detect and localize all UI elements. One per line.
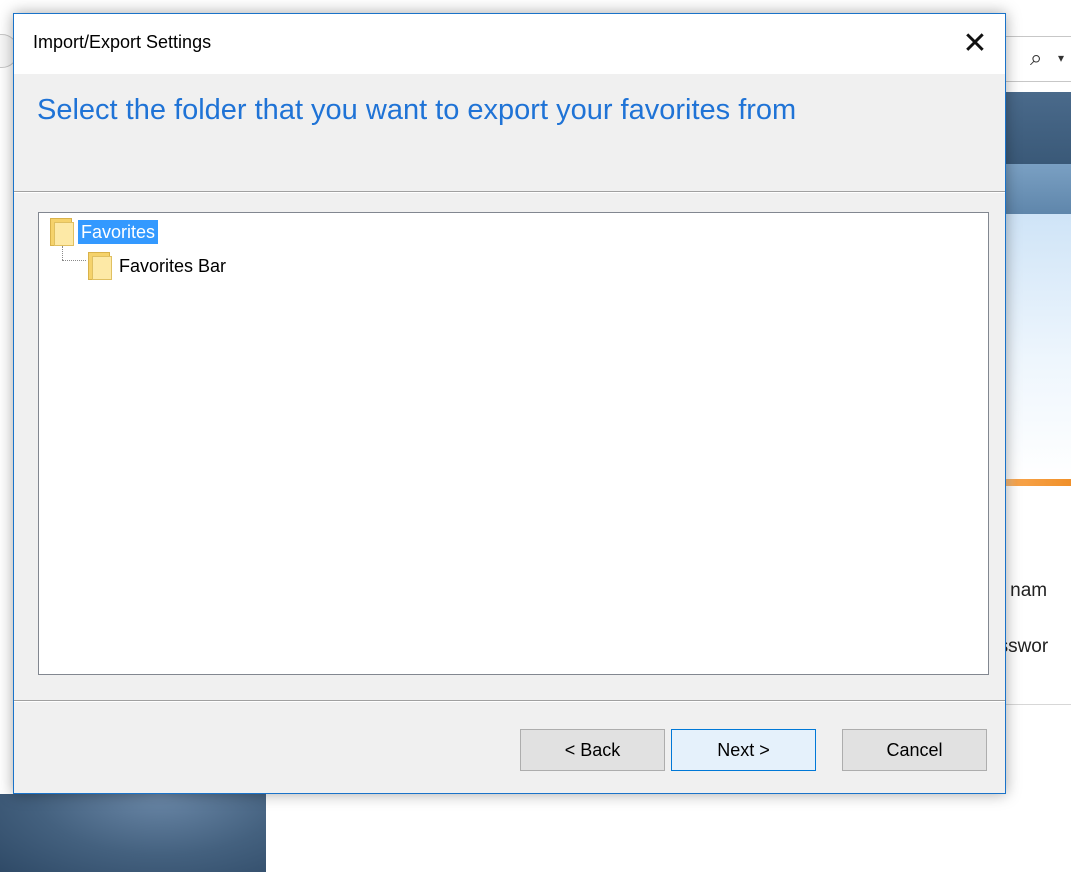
tree-connector [62, 246, 63, 260]
header-divider [14, 191, 1005, 193]
tree-node-label: Favorites [78, 220, 159, 244]
footer-divider [14, 700, 1005, 702]
import-export-dialog: Import/Export Settings ✕ Select the fold… [13, 13, 1006, 794]
dialog-titlebar[interactable]: Import/Export Settings ✕ [14, 14, 1005, 74]
folder-icon [50, 218, 74, 246]
tree-connector [62, 260, 86, 261]
dialog-title: Import/Export Settings [33, 32, 212, 52]
page-footer-image [0, 794, 266, 872]
cancel-button[interactable]: Cancel [842, 729, 987, 771]
close-icon[interactable]: ✕ [945, 14, 1005, 74]
chevron-down-icon[interactable]: ▾ [1058, 44, 1071, 72]
next-button[interactable]: Next > [671, 729, 816, 771]
page-heading: Select the folder that you want to expor… [37, 94, 797, 126]
search-icon[interactable]: ⌕ [1030, 44, 1054, 72]
tree-node-favorites[interactable]: Favorites [50, 217, 159, 247]
tree-node-favorites-bar[interactable]: Favorites Bar [88, 251, 229, 281]
folder-tree[interactable]: Favorites Favorites Bar [38, 212, 989, 675]
folder-icon [88, 252, 112, 280]
back-button[interactable]: < Back [520, 729, 665, 771]
tree-node-label: Favorites Bar [119, 256, 227, 276]
